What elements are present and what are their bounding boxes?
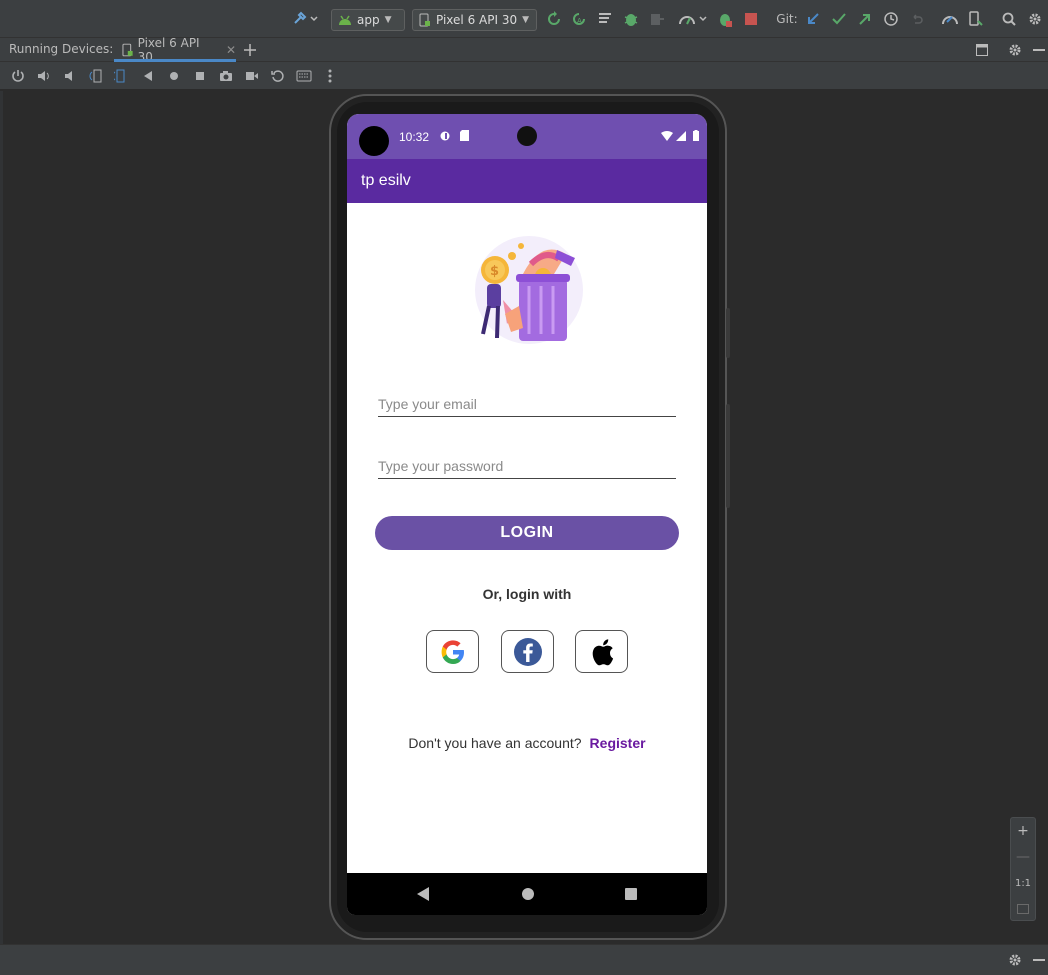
- password-input[interactable]: [378, 455, 676, 477]
- rotate-left-icon[interactable]: [88, 68, 104, 84]
- screenshot-camera-icon[interactable]: [218, 68, 234, 84]
- nav-recents-icon[interactable]: [624, 886, 638, 902]
- rotate-right-icon[interactable]: [114, 68, 130, 84]
- settings-gear-icon[interactable]: [1006, 950, 1024, 970]
- running-devices-label: Running Devices:: [9, 42, 114, 56]
- stop-debug-bug-icon[interactable]: [716, 9, 734, 29]
- device-select[interactable]: Pixel 6 API 30 ▼: [412, 9, 537, 31]
- android-studio-window: app ▼ Pixel 6 API 30 ▼ A Git: Running De…: [0, 0, 1048, 975]
- google-icon: [441, 639, 464, 664]
- home-icon[interactable]: [166, 68, 182, 84]
- svg-text:$: $: [490, 264, 499, 279]
- running-devices-tabs: Running Devices: Pixel 6 API 30 ✕: [0, 36, 1048, 64]
- snapshot-restore-icon[interactable]: [270, 68, 286, 84]
- git-label: Git:: [776, 12, 798, 26]
- phone-screen[interactable]: 10:32 tp esilv $ Type your email LOGIN O…: [347, 114, 707, 915]
- android-icon: [339, 15, 351, 25]
- git-update-icon[interactable]: [804, 9, 822, 29]
- device-controls: [0, 62, 1048, 90]
- attach-debugger-icon[interactable]: [648, 9, 666, 29]
- more-options-icon[interactable]: [322, 68, 338, 84]
- build-hammer-icon[interactable]: [290, 9, 320, 29]
- facebook-icon: [513, 637, 542, 666]
- minimize-icon[interactable]: [1030, 950, 1048, 970]
- chevron-down-icon: ▼: [384, 15, 392, 25]
- tab-pixel-6-api-30[interactable]: Pixel 6 API 30 ✕: [114, 36, 236, 64]
- apple-login-button[interactable]: [575, 630, 628, 673]
- keyboard-icon[interactable]: [296, 68, 312, 84]
- back-icon[interactable]: [140, 68, 156, 84]
- app-title: tp esilv: [361, 172, 411, 189]
- zoom-fit-button[interactable]: [1011, 896, 1035, 922]
- sdk-manager-icon[interactable]: [967, 9, 985, 29]
- device-select-label: Pixel 6 API 30: [436, 13, 518, 27]
- zoom-in-button[interactable]: +: [1011, 818, 1035, 844]
- volume-up-icon[interactable]: [36, 68, 52, 84]
- power-icon[interactable]: [10, 68, 26, 84]
- nav-home-icon[interactable]: [521, 886, 535, 902]
- device-icon: [122, 43, 133, 57]
- wifi-icon: [661, 131, 673, 141]
- device-icon: [419, 13, 430, 27]
- bottom-tool-bar: [0, 944, 1048, 975]
- zoom-actual-size-button[interactable]: 1:1: [1011, 870, 1035, 896]
- register-row: Don't you have an account? Register: [347, 735, 707, 751]
- run-config-label: app: [357, 13, 380, 27]
- main-toolbar: app ▼ Pixel 6 API 30 ▼ A Git:: [0, 0, 1048, 38]
- volume-down-icon[interactable]: [62, 68, 78, 84]
- google-login-button[interactable]: [426, 630, 479, 673]
- no-account-text: Don't you have an account?: [408, 735, 582, 751]
- svg-text:A: A: [577, 17, 582, 25]
- minimize-icon[interactable]: [1030, 40, 1048, 60]
- fit-screen-icon: [1017, 904, 1029, 914]
- facebook-login-button[interactable]: [501, 630, 554, 673]
- search-icon[interactable]: [1000, 9, 1018, 29]
- rollback-icon[interactable]: [908, 9, 926, 29]
- battery-icon: [693, 130, 699, 141]
- signal-icon: [676, 131, 686, 141]
- camera-cutout: [359, 126, 389, 156]
- close-icon[interactable]: ✕: [226, 43, 236, 57]
- phone-power-button: [726, 308, 730, 358]
- zoom-out-button[interactable]: —: [1011, 844, 1035, 870]
- system-nav-bar: [347, 873, 707, 915]
- front-camera: [517, 126, 537, 146]
- screen-record-icon[interactable]: [244, 68, 260, 84]
- sd-card-icon: [460, 130, 469, 141]
- editor-gutter-edge: [0, 91, 3, 944]
- status-time: 10:32: [399, 130, 430, 144]
- notification-icon: [440, 131, 450, 141]
- email-input[interactable]: [378, 393, 676, 415]
- git-commit-check-icon[interactable]: [830, 9, 848, 29]
- register-link[interactable]: Register: [590, 735, 646, 751]
- run-config-select[interactable]: app ▼: [331, 9, 405, 31]
- or-login-with-label: Or, login with: [482, 586, 572, 602]
- settings-gear-icon[interactable]: [1026, 9, 1044, 29]
- profiler-icon[interactable]: [676, 9, 710, 29]
- add-device-plus-icon[interactable]: [241, 40, 259, 60]
- stop-icon[interactable]: [742, 9, 760, 29]
- overview-icon[interactable]: [192, 68, 208, 84]
- app-bar: tp esilv: [347, 159, 707, 203]
- debug-bug-icon[interactable]: [622, 9, 640, 29]
- money-trash-illustration: $: [475, 236, 583, 344]
- nav-back-icon[interactable]: [416, 886, 430, 902]
- apply-changes-icon[interactable]: [545, 9, 563, 29]
- history-clock-icon[interactable]: [882, 9, 900, 29]
- email-field[interactable]: [378, 393, 676, 417]
- device-manager-icon[interactable]: [940, 9, 960, 29]
- login-button[interactable]: LOGIN: [375, 516, 679, 550]
- phone-volume-button: [726, 404, 730, 508]
- apply-code-changes-icon[interactable]: A: [570, 9, 588, 29]
- window-options-icon[interactable]: [973, 40, 991, 60]
- zoom-controls: + — 1:1: [1010, 817, 1036, 921]
- password-field[interactable]: [378, 455, 676, 479]
- git-push-icon[interactable]: [856, 9, 874, 29]
- status-bar: 10:32: [347, 114, 707, 159]
- apple-icon: [592, 638, 613, 665]
- logcat-lines-icon[interactable]: [597, 9, 615, 29]
- chevron-down-icon: ▼: [522, 15, 530, 25]
- settings-gear-icon[interactable]: [1006, 40, 1024, 60]
